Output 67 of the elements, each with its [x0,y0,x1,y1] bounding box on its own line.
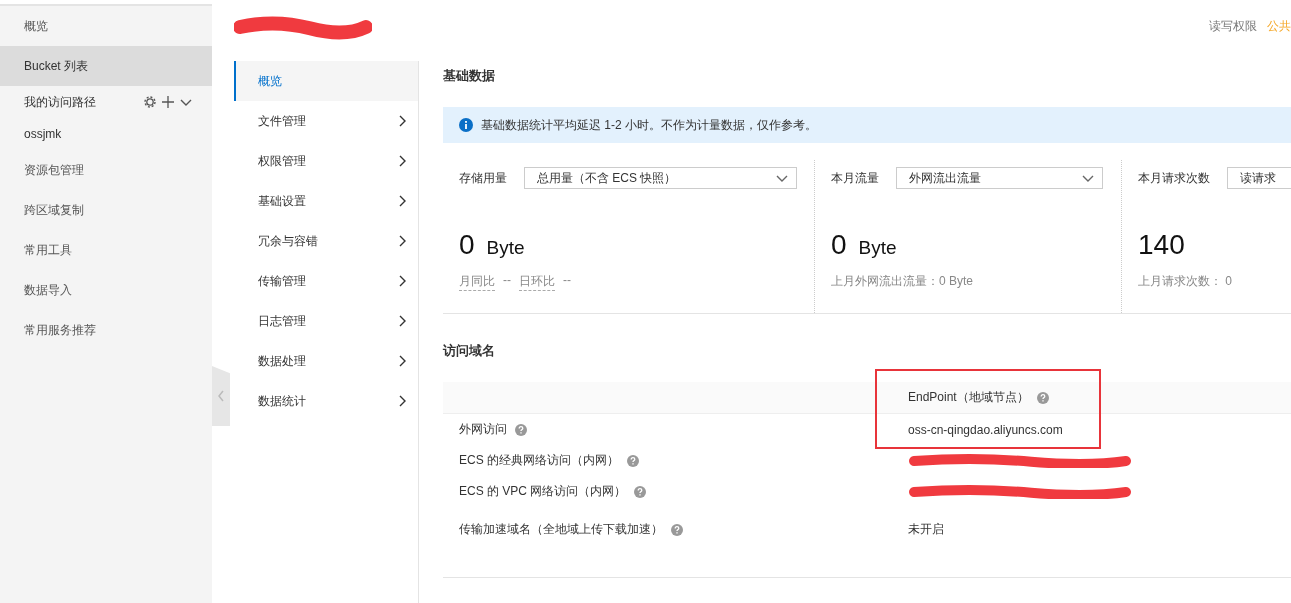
chevron-right-icon [398,395,406,407]
nav-item[interactable]: 基础设置 [234,181,418,221]
section-title: 访问域名 [443,342,496,360]
dropdown[interactable]: 外网流出流量 [896,167,1103,189]
stat-footnote: 上月外网流出流量：0 Byte [831,273,974,290]
nav-item[interactable]: 数据统计 [234,381,418,421]
row-label: 传输加速域名（全地域上传下载加速） [459,521,663,538]
chevron-right-icon [398,275,406,287]
help-icon [671,523,683,536]
section-title: 基础数据 [443,67,496,85]
chevron-right-icon [398,235,406,247]
stat-label: 存储用量 [459,169,507,187]
dropdown[interactable]: 读请求 [1227,167,1291,189]
permission-label: 读写权限 [1209,18,1257,35]
row-label: ECS 的经典网络访问（内网） [459,452,619,469]
sidebar-item[interactable]: Bucket 列表 [0,46,212,86]
sidebar-item[interactable]: 常用工具 [0,230,212,270]
chevron-right-icon [398,315,406,327]
dropdown[interactable]: 总用量（不含 ECS 快照） [524,167,797,189]
chevron-right-icon [398,355,406,367]
row-label: 外网访问 [459,421,507,438]
stat-label: 本月流量 [831,169,879,187]
comparison-label: 日环比 [519,273,555,291]
column-header: EndPoint（地域节点） [908,389,1029,406]
sidebar-item[interactable]: 资源包管理 [0,150,212,190]
permission-value: 公共 [1267,18,1291,35]
endpoint-value: oss-cn-qingdao.aliyuncs.com [908,422,1063,437]
plus-icon [162,96,174,108]
sidebar-item[interactable]: ossjmk [0,118,212,150]
comparison-value: -- [563,273,571,289]
chevron-down-icon [776,174,788,182]
sidebar-item[interactable]: 常用服务推荐 [0,310,212,350]
info-text: 基础数据统计平均延迟 1-2 小时。不作为计量数据，仅作参考。 [481,116,817,134]
chevron-right-icon [398,155,406,167]
help-icon [1036,391,1049,404]
stat-value: 140 [1138,229,1185,261]
info-icon [459,118,473,132]
row-label: ECS 的 VPC 网络访问（内网） [459,483,627,500]
sidebar-item[interactable]: 跨区域复制 [0,190,212,230]
help-icon [634,485,647,498]
stat-unit: Byte [858,237,897,259]
stat-value: 0 [459,229,475,261]
help-icon [515,423,527,436]
comparison-value: -- [503,273,511,289]
chevron-down-icon [180,97,192,107]
stat-unit: Byte [486,237,525,259]
chevron-right-icon [398,115,406,127]
nav-item[interactable]: 文件管理 [234,101,418,141]
stat-footnote: 上月请求次数： 0 [1138,273,1232,290]
chevron-right-icon [398,195,406,207]
help-icon [627,454,639,467]
nav-item[interactable]: 数据处理 [234,341,418,381]
nav-item[interactable]: 日志管理 [234,301,418,341]
stat-label: 本月请求次数 [1138,169,1210,187]
sidebar-item[interactable]: 数据导入 [0,270,212,310]
nav-item[interactable]: 权限管理 [234,141,418,181]
comparison-label: 月同比 [459,273,495,291]
nav-item[interactable]: 概览 [234,61,418,101]
sidebar-group-label[interactable]: 我的访问路径 [24,93,96,111]
nav-item[interactable]: 传输管理 [234,261,418,301]
stat-value: 0 [831,229,847,261]
endpoint-value: 未开启 [908,521,944,538]
settings-icon [144,96,156,108]
chevron-down-icon [1082,174,1094,182]
collapse-handle[interactable] [212,366,230,426]
sidebar-item[interactable]: 概览 [0,6,212,46]
nav-item[interactable]: 冗余与容错 [234,221,418,261]
